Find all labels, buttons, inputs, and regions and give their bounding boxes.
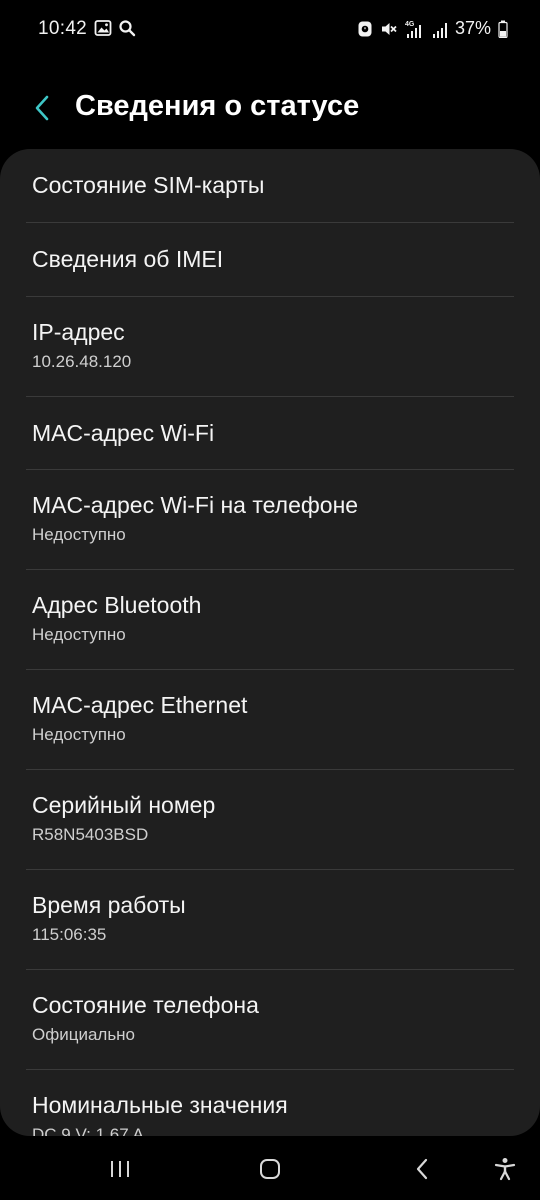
list-item-title: Время работы: [32, 892, 186, 918]
list-item-title: Состояние телефона: [32, 992, 259, 1018]
recents-icon: [109, 1159, 131, 1179]
list-item-value: 115:06:35: [32, 925, 107, 944]
status-left-icons: [94, 19, 136, 37]
accessibility-button[interactable]: [485, 1154, 525, 1184]
list-item-value: Официально: [32, 1025, 136, 1044]
battery-percent: 37%: [454, 18, 491, 38]
list-item-serial-number[interactable]: Серийный номер R58N5403BSD: [0, 770, 540, 870]
status-right-icons: 4G 37%: [357, 18, 508, 39]
status-bar: 10:42 4G 37%: [0, 0, 540, 60]
accessibility-icon: [494, 1157, 516, 1181]
search-icon: [118, 19, 136, 37]
mute-icon: [380, 20, 398, 38]
list-item-title: Сведения об IMEI: [32, 246, 224, 272]
list-item-rated-values[interactable]: Номинальные значения DC 9 V; 1,67 A: [0, 1070, 540, 1136]
list-item-value: 10.26.48.120: [32, 352, 132, 371]
recents-button[interactable]: [100, 1154, 140, 1184]
list-item-title: Номинальные значения: [32, 1092, 288, 1118]
list-item-phone-wifi-mac[interactable]: MAC-адрес Wi-Fi на телефоне Недоступно: [0, 470, 540, 570]
list-item-imei[interactable]: Сведения об IMEI: [0, 223, 540, 297]
chevron-left-icon: [34, 95, 50, 121]
svg-text:4G: 4G: [405, 21, 415, 28]
list-item-title: Состояние SIM-карты: [32, 172, 265, 198]
signal-4g-icon: 4G: [405, 19, 425, 39]
list-item-value: DC 9 V; 1,67 A: [32, 1125, 144, 1136]
gallery-icon: [94, 19, 112, 37]
battery-icon: [498, 20, 508, 38]
back-button[interactable]: [26, 90, 58, 126]
list-item-title: MAC-адрес Wi-Fi на телефоне: [32, 492, 359, 518]
back-nav-button[interactable]: [402, 1154, 442, 1184]
back-icon: [415, 1158, 429, 1180]
status-info-list: Состояние SIM-карты Сведения об IMEI IP-…: [0, 149, 540, 1136]
list-item-wifi-mac[interactable]: MAC-адрес Wi-Fi: [0, 397, 540, 470]
header: Сведения о статусе: [0, 78, 540, 138]
list-item-title: IP-адрес: [32, 319, 125, 345]
list-item-value: R58N5403BSD: [32, 825, 149, 844]
list-item-title: MAC-адрес Wi-Fi: [32, 420, 215, 446]
list-item-sim-status[interactable]: Состояние SIM-карты: [0, 149, 540, 223]
list-item-value: Недоступно: [32, 625, 126, 644]
list-item-title: MAC-адрес Ethernet: [32, 692, 248, 718]
signal-icon: [432, 19, 448, 39]
home-icon: [259, 1158, 281, 1180]
list-item-bluetooth-address[interactable]: Адрес Bluetooth Недоступно: [0, 570, 540, 670]
list-item-value: Недоступно: [32, 525, 126, 544]
status-time: 10:42: [38, 18, 88, 39]
list-item-uptime[interactable]: Время работы 115:06:35: [0, 870, 540, 970]
list-item-title: Серийный номер: [32, 792, 216, 818]
list-item-ethernet-mac[interactable]: MAC-адрес Ethernet Недоступно: [0, 670, 540, 770]
list-item-value: Недоступно: [32, 725, 126, 744]
navigation-bar: [0, 1140, 540, 1200]
list-item-ip-address[interactable]: IP-адрес 10.26.48.120: [0, 297, 540, 397]
home-button[interactable]: [250, 1154, 290, 1184]
list-item-phone-status[interactable]: Состояние телефона Официально: [0, 970, 540, 1070]
alarm-icon: [357, 20, 373, 38]
page-title: Сведения о статусе: [75, 90, 360, 122]
list-item-title: Адрес Bluetooth: [32, 592, 202, 618]
